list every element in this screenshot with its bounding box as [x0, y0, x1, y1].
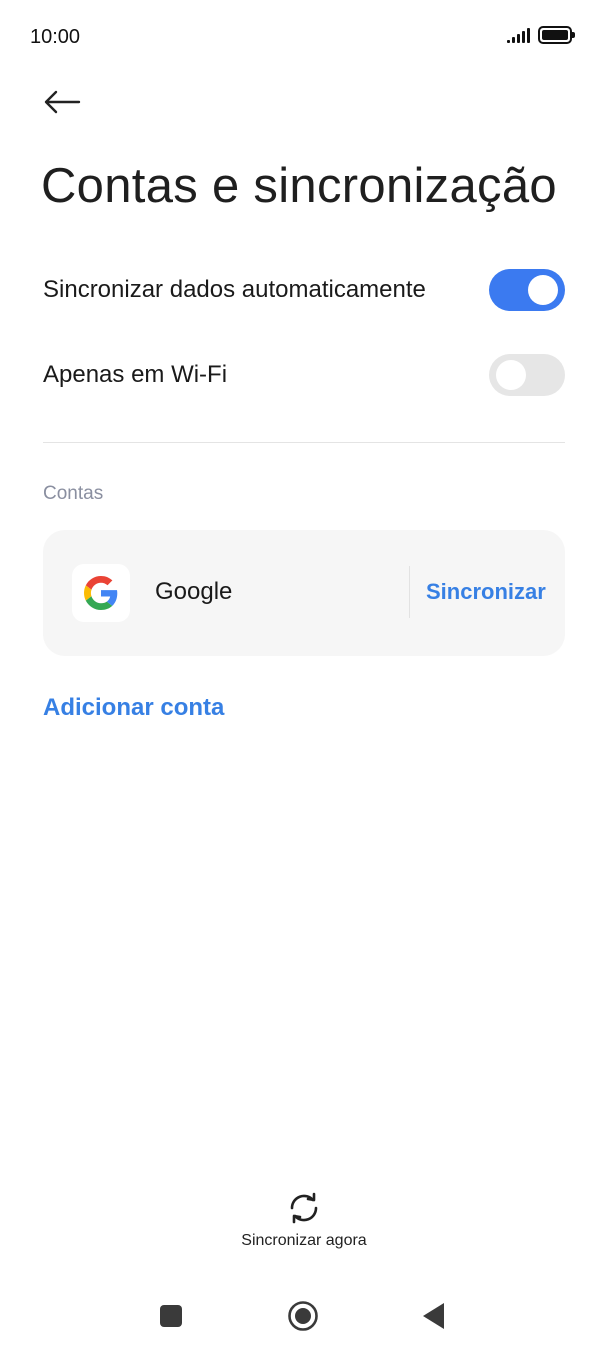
- sync-now-label: Sincronizar agora: [241, 1232, 367, 1249]
- page-title: Contas e sincronização: [41, 159, 557, 213]
- arrow-left-icon: [44, 90, 81, 114]
- google-icon: [72, 564, 130, 622]
- battery-icon: [538, 26, 575, 44]
- auto-sync-setting[interactable]: Sincronizar dados automaticamente: [43, 262, 565, 318]
- status-time: 10:00: [30, 26, 81, 48]
- sync-account-button[interactable]: Sincronizar: [426, 579, 546, 605]
- wifi-only-label: Apenas em Wi-Fi: [43, 361, 228, 388]
- status-bar: 10:00: [0, 0, 608, 76]
- divider: [43, 442, 565, 443]
- home-circle-icon: [288, 1301, 318, 1331]
- home-button[interactable]: [281, 1294, 325, 1338]
- account-card-google[interactable]: Google Sincronizar: [43, 530, 565, 656]
- add-account-button[interactable]: Adicionar conta: [43, 694, 224, 722]
- sync-now-button[interactable]: Sincronizar agora: [0, 1190, 608, 1250]
- signal-icon: [507, 27, 530, 43]
- account-name: Google: [155, 578, 233, 605]
- navigation-bar: [0, 1280, 608, 1352]
- back-button[interactable]: [38, 82, 86, 122]
- nav-back-button[interactable]: [412, 1294, 456, 1338]
- auto-sync-toggle[interactable]: [489, 269, 565, 311]
- status-icons: [507, 26, 575, 44]
- wifi-only-setting[interactable]: Apenas em Wi-Fi: [43, 347, 565, 403]
- recents-button[interactable]: [149, 1294, 193, 1338]
- back-triangle-icon: [423, 1303, 444, 1329]
- wifi-only-toggle[interactable]: [489, 354, 565, 396]
- sync-icon: [290, 1192, 318, 1224]
- accounts-section-header: Contas: [43, 483, 104, 504]
- card-divider: [409, 566, 410, 618]
- recents-square-icon: [160, 1305, 182, 1327]
- auto-sync-label: Sincronizar dados automaticamente: [43, 276, 426, 303]
